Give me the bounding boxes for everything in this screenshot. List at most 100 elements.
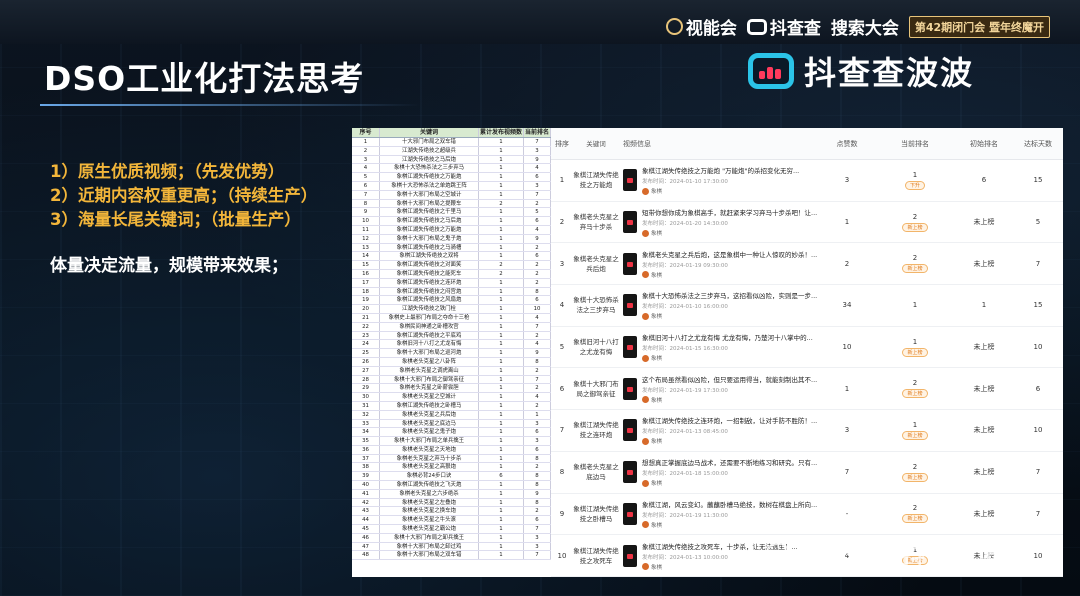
keyword-row: 30 象棋老头克星之空城计 1 4 — [352, 393, 551, 402]
video-row[interactable]: 8 象棋老头克星之底边马 想想真正掌握底边马战术，还需要不断地练习和研究。只有...… — [551, 452, 1063, 494]
keyword-cell: 象棋老头克星之底边马 — [380, 419, 479, 428]
video-likes: 3 — [844, 176, 850, 185]
video-thumbnail[interactable] — [623, 502, 637, 525]
video-current-rank: 1 — [875, 301, 955, 309]
keyword-row: 37 象棋老头克星之弃马十步杀 1 8 — [352, 454, 551, 464]
video-thumbnail[interactable] — [623, 377, 637, 400]
keyword-row: 40 象棋江湖失传绝技之飞天炮 1 8 — [352, 481, 551, 490]
video-title[interactable]: 象棋老头克星之兵后炮，这是象棋中一种让人惊叹的妙杀！... — [642, 249, 817, 259]
video-row[interactable]: 1 象棋江湖失传绝技之万能炮 象棋江湖失传绝技之万能炮 "万能炮"的杀招变化无穷..… — [551, 160, 1063, 202]
video-info[interactable]: 想想真正掌握底边马战术，还需要不断地练习和研究。只有... 发布时间：2024-0… — [619, 457, 819, 487]
keyword-cell: 象棋必背24步口诀 — [380, 472, 479, 481]
video-title[interactable]: 这个布局虽然看似凶险，但只要运用得当，就能刻制出其不... — [642, 374, 817, 384]
video-thumbnail[interactable] — [623, 294, 637, 317]
video-thumbnail[interactable] — [623, 419, 637, 442]
wechat-icon — [766, 543, 790, 563]
keyword-row: 9 象棋江湖失传绝技之千里马 1 5 — [352, 208, 551, 218]
video-title[interactable]: 象棋江湖失传绝技之万能炮 "万能炮"的杀招变化无穷... — [642, 165, 799, 175]
video-title[interactable]: 象棋江湖失传绝技之连环炮，一招制敌，让对手防不胜防！... — [642, 415, 817, 425]
video-info[interactable]: 象棋江湖失传绝技之连环炮，一招制敌，让对手防不胜防！... 发布时间：2024-0… — [619, 415, 819, 445]
video-thumbnail[interactable] — [623, 211, 637, 234]
video-info[interactable]: 象棋十大恐怖杀法之三步弃马，这招看似凶险，实则是一步... 发布时间：2024-0… — [619, 290, 819, 320]
keyword-cell: 2 — [352, 146, 380, 155]
keyword-cell: 象棋十大恐怖杀法之三步弃马 — [380, 164, 479, 173]
video-date: 发布时间：2024-01-18 15:00:00 — [642, 471, 728, 478]
keyword-cell: 象棋老头克星之卧薪尝胆 — [380, 384, 479, 393]
keyword-cell: 46 — [352, 533, 380, 542]
video-meta: 象棋江湖，风云变幻。蘸蘸卧槽马绝技，数树在棋盘上所向... 发布时间：2024-0… — [642, 499, 817, 529]
video-title[interactable]: 象棋江湖，风云变幻。蘸蘸卧槽马绝技，数树在棋盘上所向... — [642, 499, 817, 509]
keyword-cell: 28 — [352, 375, 380, 384]
keyword-cell: 17 — [352, 278, 380, 287]
keyword-cell: 6 — [479, 472, 524, 481]
keyword-cell: 1 — [479, 225, 524, 234]
video-row[interactable]: 4 象棋十大恐怖杀法之三步弃马 象棋十大恐怖杀法之三步弃马，这招看似凶险，实则是一步… — [551, 285, 1063, 327]
video-title[interactable]: 想想真正掌握底边马战术，还需要不断地练习和研究。只有... — [642, 457, 817, 467]
keyword-cell: 十大邪门布局之双车错 — [380, 138, 479, 146]
video-initial-rank: 未上榜 — [973, 426, 995, 435]
video-info[interactable]: 短带你想你成为象棋高手，就赶紧来学习弃马十步杀吧！让... 发布时间：2024-0… — [619, 207, 819, 237]
point-3: 3）海量长尾关键词；（批量生产） — [50, 210, 301, 229]
video-info[interactable]: 象棋江湖，风云变幻。蘸蘸卧槽马绝技，数树在棋盘上所向... 发布时间：2024-0… — [619, 499, 819, 529]
kw-header-index: 序号 — [352, 128, 380, 137]
keyword-row: 8 象棋十大邪门布局之提鞭车 2 2 — [352, 199, 551, 209]
keyword-row: 26 象棋老头克星之八卦阵 1 8 — [352, 357, 551, 367]
keyword-cell: 象棋十大邪门布局之卸过鸡 — [380, 542, 479, 551]
video-table-body: 1 象棋江湖失传绝技之万能炮 象棋江湖失传绝技之万能炮 "万能炮"的杀招变化无穷..… — [551, 160, 1063, 577]
keyword-cell: 7 — [524, 322, 551, 331]
video-row[interactable]: 6 象棋十大邪门布局之御驾亲征 这个布局虽然看似凶险，但只要运用得当，就能刻制出其不… — [551, 368, 1063, 411]
video-keyword: 象棋老头克星之兵后炮 — [573, 254, 619, 273]
keyword-cell: 47 — [352, 542, 380, 551]
video-info[interactable]: 象棋老头克星之兵后炮，这是象棋中一种让人惊叹的妙杀！... 发布时间：2024-0… — [619, 249, 819, 279]
video-row[interactable]: 7 象棋江湖失传绝技之连环炮 象棋江湖失传绝技之连环炮，一招制敌，让对手防不胜防！.… — [551, 410, 1063, 452]
author-name: 象棋 — [651, 522, 663, 529]
video-current-rank: 2 新上榜 — [875, 379, 955, 399]
current-rank-value: 1 — [912, 420, 918, 429]
point-2: 2）近期内容权重更高；（持续生产） — [50, 186, 318, 205]
video-thumbnail[interactable] — [623, 336, 637, 359]
keyword-cell: 1 — [479, 296, 524, 305]
video-info[interactable]: 象棋江湖失传绝技之万能炮 "万能炮"的杀招变化无穷... 发布时间：2024-01… — [619, 165, 819, 195]
author-avatar — [642, 229, 649, 237]
keyword-cell: 象棋江湖失传绝技之连环炮 — [380, 278, 479, 287]
video-initial-rank: 6 — [981, 176, 987, 185]
video-row[interactable]: 2 象棋老头克星之弃马十步杀 短带你想你成为象棋高手，就赶紧来学习弃马十步杀吧！让.… — [551, 202, 1063, 244]
author-avatar — [642, 312, 649, 320]
current-rank-value: 2 — [912, 379, 918, 388]
keyword-cell: 1 — [479, 164, 524, 173]
vt-header-keyword: 关键词 — [586, 139, 606, 148]
video-info[interactable]: 象棋旧河十八打之尤龙有悔 尤龙有悔，乃楚河十八掌中的... 发布时间：2024-0… — [619, 332, 819, 362]
rank-change-badge: 新上榜 — [902, 347, 928, 357]
keyword-cell: 9 — [524, 155, 551, 164]
keyword-cell: 29 — [352, 384, 380, 393]
vt-header-likes[interactable]: 点赞数 — [819, 139, 875, 149]
keyword-cell: 4 — [524, 393, 551, 401]
keyword-cell: 1 — [479, 401, 524, 410]
video-thumbnail[interactable] — [623, 544, 637, 567]
keyword-cell: 1 — [479, 507, 524, 516]
video-days: 6 — [1035, 384, 1041, 393]
keyword-cell: 8 — [524, 357, 551, 366]
vt-header-days[interactable]: 达标天数 — [1013, 139, 1063, 149]
keyword-cell: 22 — [352, 322, 380, 331]
keyword-cell: 2 — [524, 199, 551, 208]
keyword-cell: 2 — [524, 278, 551, 287]
author-avatar — [642, 479, 649, 487]
video-title[interactable]: 象棋旧河十八打之尤龙有悔 尤龙有悔，乃楚河十八掌中的... — [642, 332, 813, 342]
rank-change-badge: 下升 — [904, 180, 925, 190]
video-thumbnail[interactable] — [623, 461, 637, 484]
video-title[interactable]: 象棋十大恐怖杀法之三步弃马，这招看似凶险，实则是一步... — [642, 290, 817, 300]
video-info[interactable]: 这个布局虽然看似凶险，但只要运用得当，就能刻制出其不... 发布时间：2024-0… — [619, 374, 819, 404]
video-order: 9 — [559, 509, 565, 518]
video-thumbnail[interactable] — [623, 169, 637, 192]
video-row[interactable]: 9 象棋江湖失传绝技之卧槽马 象棋江湖，风云变幻。蘸蘸卧槽马绝技，数树在棋盘上所向.… — [551, 494, 1063, 536]
vt-header-current-rank[interactable]: 当前排名 — [875, 139, 955, 149]
video-row[interactable]: 5 象棋旧河十八打之尤龙有悔 象棋旧河十八打之尤龙有悔 尤龙有悔，乃楚河十八掌中的.… — [551, 327, 1063, 369]
video-days: 7 — [1035, 509, 1041, 518]
current-rank-value: 2 — [912, 462, 918, 471]
keyword-cell: 象棋十大邪门布局之御驾亲征 — [380, 375, 479, 384]
video-row[interactable]: 3 象棋老头克星之兵后炮 象棋老头克星之兵后炮，这是象棋中一种让人惊叹的妙杀！...… — [551, 243, 1063, 286]
video-title[interactable]: 短带你想你成为象棋高手，就赶紧来学习弃马十步杀吧！让... — [642, 207, 817, 217]
video-days: 7 — [1035, 259, 1041, 268]
video-thumbnail[interactable] — [623, 252, 637, 275]
